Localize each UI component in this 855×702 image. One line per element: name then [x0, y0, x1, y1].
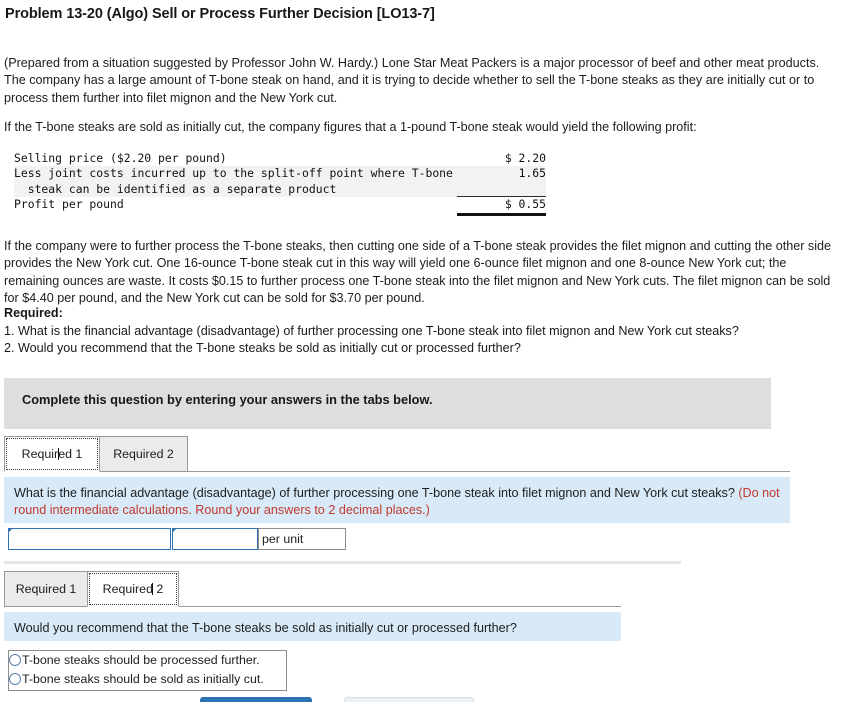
table-row: Selling price ($2.20 per pound) $ 2.20 [14, 151, 546, 166]
profit-table: Selling price ($2.20 per pound) $ 2.20 L… [14, 151, 546, 216]
tab-required-1[interactable]: Required 1 [4, 436, 100, 472]
tab-required-1-second[interactable]: Required 1 [4, 571, 88, 607]
option-label: T-bone steaks should be processed furthe… [22, 653, 260, 667]
unit-label-cell: per unit [258, 528, 346, 550]
option-label: T-bone steaks should be sold as initiall… [22, 672, 264, 686]
question-text: What is the financial advantage (disadva… [14, 486, 735, 500]
tab-label: Required 1 [21, 447, 83, 461]
table-cell-amount: $ 2.20 [504, 151, 546, 165]
answer-label-input[interactable] [8, 528, 171, 550]
required-list: 1. What is the financial advantage (disa… [4, 323, 840, 358]
next-button[interactable] [344, 697, 474, 702]
required-item-1: 1. What is the financial advantage (disa… [4, 324, 739, 338]
table-cell-label: Profit per pound [14, 196, 124, 211]
table-cell-label: Selling price ($2.20 per pound) [14, 151, 227, 165]
profit-table-body: Selling price ($2.20 per pound) $ 2.20 L… [14, 151, 546, 216]
tab-label: Required 2 [102, 582, 164, 596]
answer-amount-field-wrap [171, 528, 258, 550]
tab-required-2[interactable]: Required 2 [99, 436, 188, 472]
required-heading: Required: [4, 306, 63, 320]
table-cell-amount: $ 0.55 [457, 196, 546, 216]
tabstrip-required-2: Required 1 Required 2 [4, 571, 621, 607]
table-row: Profit per pound $ 0.55 [14, 196, 546, 216]
answer-row: per unit [8, 528, 346, 550]
lead-in-paragraph: If the T-bone steaks are sold as initial… [4, 120, 697, 134]
section-separator [4, 561, 681, 564]
previous-button[interactable] [200, 697, 312, 702]
tab-required-2-second[interactable]: Required 2 [87, 571, 179, 607]
question-band-required-1: What is the financial advantage (disadva… [4, 477, 790, 523]
instruction-banner-text: Complete this question by entering your … [22, 392, 433, 407]
text-caret [57, 448, 59, 460]
page-title: Problem 13-20 (Algo) Sell or Process Fur… [5, 6, 435, 22]
answer-amount-input[interactable] [172, 528, 258, 550]
option-row-process-further[interactable]: T-bone steaks should be processed furthe… [8, 650, 287, 671]
option-row-sell-as-cut[interactable]: T-bone steaks should be sold as initiall… [8, 670, 287, 691]
required-item-2: 2. Would you recommend that the T-bone s… [4, 341, 521, 356]
tab-label: Required 2 [113, 447, 174, 461]
radio-button-icon[interactable] [9, 673, 21, 685]
answer-label-field-wrap [8, 528, 171, 550]
question-band-required-2: Would you recommend that the T-bone stea… [4, 612, 621, 641]
text-caret [152, 583, 154, 595]
processing-paragraph: If the company were to further process t… [4, 239, 832, 305]
table-row: Less joint costs incurred up to the spli… [14, 166, 546, 198]
problem-page: Problem 13-20 (Algo) Sell or Process Fur… [0, 0, 855, 702]
tabstrip-required-1: Required 1 Required 2 [4, 436, 790, 472]
table-cell-label: Less joint costs incurred up to the spli… [14, 166, 453, 196]
table-cell-amount: 1.65 [457, 166, 546, 198]
intro-paragraph: (Prepared from a situation suggested by … [4, 56, 820, 105]
instruction-banner: Complete this question by entering your … [4, 378, 771, 429]
radio-button-icon[interactable] [9, 654, 21, 666]
question-text: Would you recommend that the T-bone stea… [14, 621, 517, 635]
tab-label: Required 1 [15, 582, 77, 596]
